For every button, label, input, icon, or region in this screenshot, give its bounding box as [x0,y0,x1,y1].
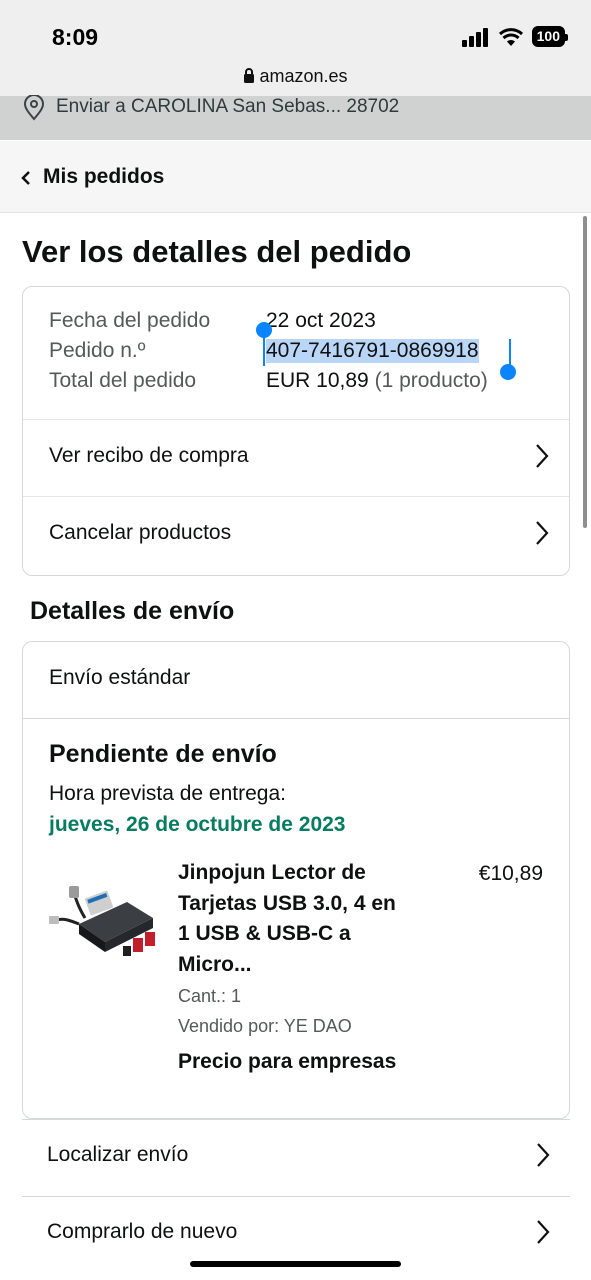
product-title-line: Jinpojun Lector de [178,861,366,884]
selection-caret-start [263,332,265,366]
product-qty: Cant.: 1 [178,986,242,1006]
order-date-value: 22 oct 2023 [266,309,376,332]
back-to-orders[interactable]: Mis pedidos [0,141,591,213]
battery-indicator: 100 [531,26,569,47]
scrollbar[interactable] [583,216,587,528]
address-bar[interactable]: amazon.es [0,66,591,87]
deliver-to-text[interactable]: Enviar a CAROLINA San Sebas... 28702 [56,96,399,118]
product-price: €10,89 [478,862,543,885]
selection-handle-end[interactable] [500,364,516,380]
selection-caret-end [509,339,511,367]
status-time: 8:09 [52,24,99,50]
order-summary-card: Fecha del pedido 22 oct 2023 Pedido n.º … [22,286,570,576]
lock-icon [244,68,255,83]
cancel-products-row[interactable]: Cancelar productos [23,496,569,574]
product-title-line: Tarjetas USB 3.0, 4 en [178,891,396,915]
url-text: amazon.es [259,66,348,86]
product-seller: Vendido por: YE DAO [178,1016,352,1036]
home-indicator[interactable] [190,1261,401,1267]
eta-label: Hora prevista de entrega: [49,782,286,805]
wifi-icon [498,27,523,46]
track-package-row[interactable]: Localizar envío [22,1119,570,1197]
order-total-amount: EUR 10,89 [266,369,369,392]
shipping-card: Envío estándar Pendiente de envío Hora p… [22,641,570,1119]
order-number-label: Pedido n.º [49,339,146,362]
chevron-left-icon [21,171,30,185]
order-total-label: Total del pedido [49,369,197,392]
divider [23,718,569,719]
page-title: Ver los detalles del pedido [22,234,412,269]
product-title-line: Micro... [178,952,252,976]
order-date-label: Fecha del pedido [49,309,211,332]
shipping-type: Envío estándar [49,666,191,689]
location-pin-icon [23,95,45,121]
product-title[interactable]: Jinpojun Lector de Tarjetas USB 3.0, 4 e… [178,858,428,980]
order-total-value: EUR 10,89 (1 producto) [266,369,488,393]
shipping-status: Pendiente de envío [49,740,277,768]
chevron-right-icon [536,444,549,468]
status-icons: 100 [461,26,569,47]
shipping-heading: Detalles de envío [30,597,235,625]
product-title-line: 1 USB & USB-C a [178,922,351,945]
chevron-right-icon [537,1143,550,1167]
view-receipt-label: Ver recibo de compra [49,444,249,467]
chevron-right-icon [536,521,549,545]
track-package-label: Localizar envío [47,1143,189,1166]
view-receipt-row[interactable]: Ver recibo de compra [23,419,569,497]
order-number-value[interactable]: 407-7416791-0869918 [266,339,479,363]
cancel-products-label: Cancelar productos [49,521,232,544]
product-image[interactable] [49,872,161,968]
eta-date: jueves, 26 de octubre de 2023 [49,813,346,836]
back-label[interactable]: Mis pedidos [43,165,164,189]
business-price-label: Precio para empresas [178,1050,397,1073]
order-total-count: (1 producto) [374,369,488,392]
signal-icon [461,27,488,47]
buy-again-label: Comprarlo de nuevo [47,1220,238,1243]
chevron-right-icon [537,1220,550,1244]
